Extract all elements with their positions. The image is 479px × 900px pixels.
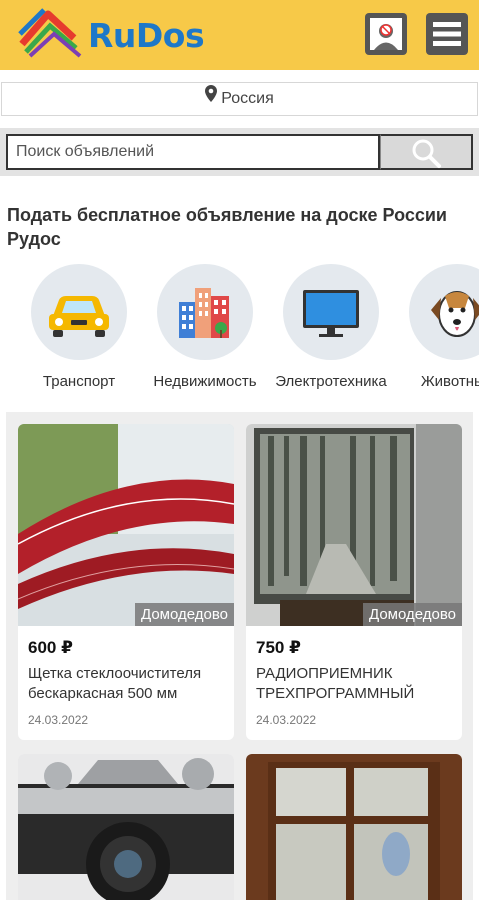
page-title: Подать бесплатное объявление на доске Ро… (7, 205, 447, 249)
search-input[interactable] (6, 134, 380, 170)
listing-photo (18, 754, 234, 900)
category-transport[interactable]: Транспорт (16, 264, 142, 390)
camera-photo-icon (18, 754, 234, 900)
listing-city: Домодедово (135, 603, 234, 626)
category-electronics[interactable]: Электротехника (268, 264, 394, 390)
location-selector[interactable]: Россия (1, 82, 478, 116)
category-label: Животные (420, 373, 479, 390)
category-real-estate[interactable]: Недвижимость (142, 264, 268, 390)
wiper-photo-icon (18, 424, 234, 626)
listing-card[interactable]: Домодедово 750 ₽ РАДИОПРИЕМНИК ТРЕХПРОГР… (246, 424, 462, 740)
hamburger-menu-icon (433, 22, 461, 46)
listing-price: 750 ₽ (256, 638, 301, 657)
category-label: Транспорт (42, 373, 116, 390)
logo[interactable]: RuDos (18, 4, 205, 62)
buildings-icon (179, 288, 229, 338)
listing-city: Домодедово (363, 603, 462, 626)
monitor-icon (303, 290, 359, 337)
search-button[interactable] (380, 134, 473, 170)
listing-photo (246, 754, 462, 900)
listing-date: 24.03.2022 (256, 713, 317, 727)
radio-photo-icon (246, 424, 462, 626)
listing-photo: Домодедово (246, 424, 462, 626)
listing-title[interactable]: Щетка стеклоочистителя бескаркасная 500 … (18, 658, 234, 708)
car-icon (49, 296, 109, 337)
listing-card[interactable]: Домодедово 600 ₽ Щетка стеклоочистителя … (18, 424, 234, 740)
dog-icon (431, 291, 479, 337)
listing-title[interactable]: РАДИОПРИЕМНИК ТРЕХПРОГРАММНЫЙ (246, 658, 462, 708)
roof-logo-icon (18, 8, 82, 58)
listing-date: 24.03.2022 (28, 713, 89, 727)
listing-card[interactable] (246, 754, 462, 900)
category-animals[interactable]: Животные (394, 264, 479, 390)
listing-photo: Домодедово (18, 424, 234, 626)
window-photo-icon (246, 754, 462, 900)
search-icon (412, 139, 441, 168)
user-blocked-icon (370, 18, 402, 50)
menu-button[interactable] (426, 13, 468, 55)
category-label: Электротехника (275, 373, 387, 390)
listing-price: 600 ₽ (28, 638, 73, 657)
category-label: Недвижимость (153, 373, 257, 390)
listing-card[interactable] (18, 754, 234, 900)
logo-text: RuDos (88, 16, 205, 55)
location-label: Россия (221, 90, 274, 108)
map-pin-icon (205, 82, 218, 114)
user-account-button[interactable] (365, 13, 407, 55)
header: RuDos (0, 0, 479, 70)
category-carousel: Транспорт Недвижимость Электротехника Жи… (0, 264, 479, 394)
